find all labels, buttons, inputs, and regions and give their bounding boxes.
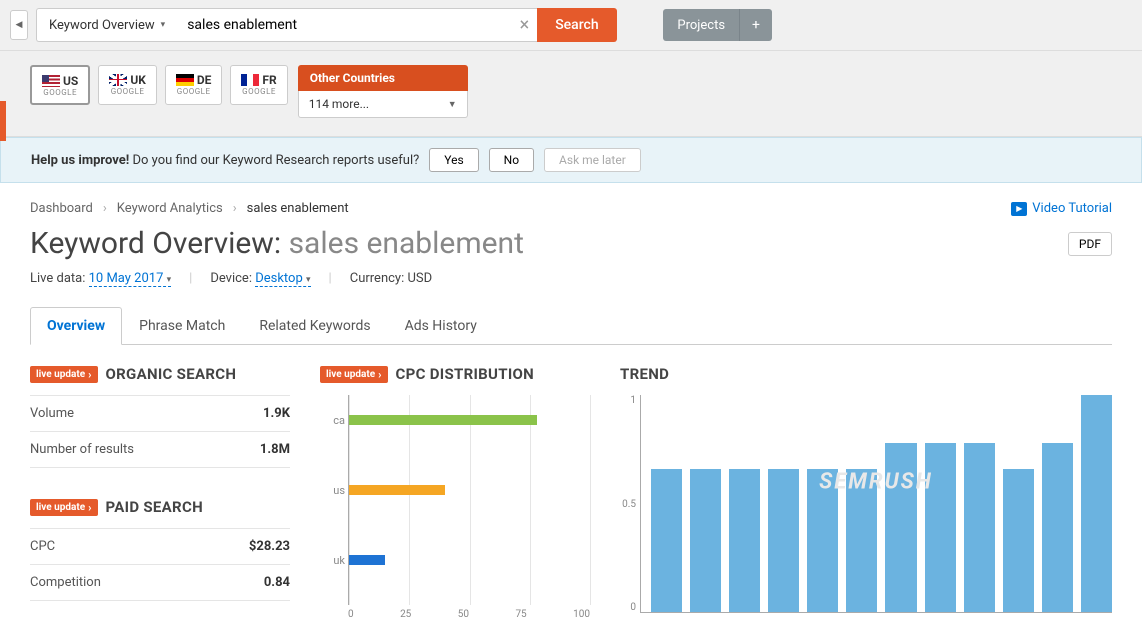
cpc-distribution-title: CPC DISTRIBUTION: [396, 365, 535, 383]
video-tutorial-link[interactable]: ▶ Video Tutorial: [1011, 201, 1112, 216]
trend-bar: [846, 469, 877, 612]
device-meta: Device: Desktop ▾: [210, 271, 310, 286]
trend-bar: [885, 443, 916, 612]
accent-stripe: [0, 101, 6, 141]
search-button[interactable]: Search: [537, 8, 616, 42]
feedback-bar: Help us improve! Do you find our Keyword…: [0, 137, 1142, 183]
trend-bar: [729, 469, 760, 612]
trend-title: TREND: [620, 365, 669, 383]
country-card-uk[interactable]: UKGOOGLE: [98, 65, 157, 105]
live-update-badge: live update: [30, 366, 98, 383]
stat-row: Competition0.84: [30, 565, 290, 601]
trend-bar: [1003, 469, 1034, 612]
live-data-date[interactable]: 10 May 2017 ▾: [89, 271, 172, 287]
trend-bar: [925, 443, 956, 612]
trend-bar: [690, 469, 721, 612]
trend-bar: [768, 469, 799, 612]
chevron-down-icon: ▼: [448, 99, 457, 110]
trend-bar: [651, 469, 682, 612]
feedback-text: Do you find our Keyword Research reports…: [132, 153, 419, 168]
paid-search-title: PAID SEARCH: [106, 498, 203, 516]
country-card-fr[interactable]: FRGOOGLE: [230, 65, 287, 105]
live-data-meta: Live data: 10 May 2017 ▾: [30, 271, 171, 286]
stat-row: Number of results1.8M: [30, 432, 290, 468]
trend-bar: [1042, 443, 1073, 612]
export-pdf-button[interactable]: PDF: [1068, 232, 1112, 256]
other-countries-header: Other Countries: [298, 65, 468, 91]
search-type-dropdown[interactable]: Keyword Overview ▾: [36, 8, 177, 42]
stat-row: CPC$28.23: [30, 528, 290, 565]
country-card-us[interactable]: USGOOGLE: [30, 65, 90, 105]
play-icon: ▶: [1011, 202, 1027, 216]
live-update-badge: live update: [320, 366, 388, 383]
other-countries-dropdown[interactable]: 114 more... ▼: [298, 91, 468, 118]
country-card-de[interactable]: DEGOOGLE: [165, 65, 223, 105]
trend-bar: [1081, 395, 1112, 612]
trend-bar: [807, 469, 838, 612]
breadcrumb-current: sales enablement: [247, 201, 349, 216]
device-selector[interactable]: Desktop ▾: [255, 271, 310, 287]
tab-related-keywords[interactable]: Related Keywords: [242, 307, 387, 345]
projects-button[interactable]: Projects: [663, 9, 739, 41]
stat-row: Volume1.9K: [30, 395, 290, 432]
page-title: Keyword Overview: sales enablement: [30, 226, 524, 261]
currency-meta: Currency: USD: [350, 271, 432, 286]
tab-phrase-match[interactable]: Phrase Match: [122, 307, 242, 345]
trend-chart: 10.50 SEMRUSH: [640, 395, 1112, 613]
chevron-down-icon: ▾: [161, 20, 166, 30]
trend-bar: [964, 443, 995, 612]
cpc-distribution-chart: causuk 0255075100: [320, 395, 590, 625]
other-countries-label: 114 more...: [309, 97, 369, 111]
collapse-sidebar-button[interactable]: ◀: [10, 10, 28, 40]
live-update-badge: live update: [30, 499, 98, 516]
tab-overview[interactable]: Overview: [30, 307, 122, 345]
feedback-yes-button[interactable]: Yes: [429, 148, 478, 172]
search-type-label: Keyword Overview: [49, 18, 155, 33]
feedback-later-button[interactable]: Ask me later: [544, 148, 641, 172]
clear-input-icon[interactable]: ×: [520, 15, 530, 36]
feedback-bold: Help us improve!: [31, 153, 129, 168]
breadcrumb: Dashboard › Keyword Analytics › sales en…: [30, 201, 1112, 216]
feedback-no-button[interactable]: No: [489, 148, 534, 172]
search-input[interactable]: [177, 8, 537, 42]
breadcrumb-item[interactable]: Dashboard: [30, 201, 93, 216]
breadcrumb-item[interactable]: Keyword Analytics: [117, 201, 223, 216]
add-project-button[interactable]: +: [739, 9, 772, 41]
tab-ads-history[interactable]: Ads History: [388, 307, 494, 345]
organic-search-title: ORGANIC SEARCH: [106, 365, 237, 383]
